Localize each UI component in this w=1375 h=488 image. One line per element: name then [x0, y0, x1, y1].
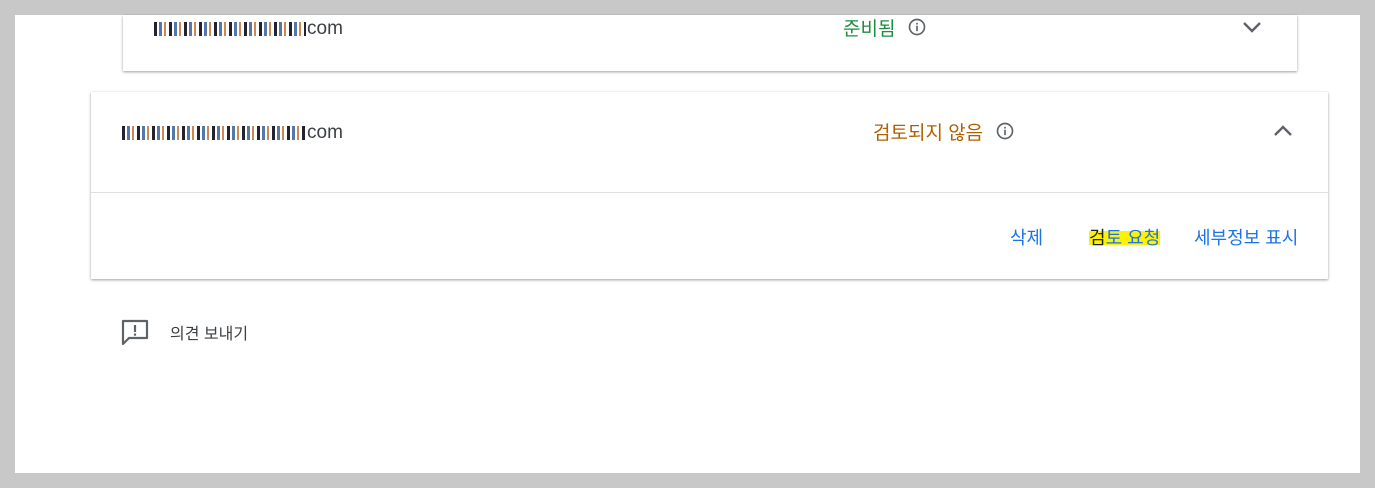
- domain-name: com: [154, 17, 343, 41]
- domain-card-ready[interactable]: com 준비됨: [123, 15, 1297, 71]
- domain-suffix: com: [307, 122, 343, 143]
- divider: [91, 192, 1328, 193]
- feedback-label: 의견 보내기: [170, 326, 249, 343]
- domain-card-not-reviewed[interactable]: com 검토되지 않음 삭제 검토 요청 세부정보 표시: [91, 92, 1328, 279]
- status-ready: 준비됨: [843, 15, 927, 40]
- info-icon[interactable]: [995, 121, 1015, 141]
- redacted-domain: [154, 22, 306, 36]
- request-review-button[interactable]: 검토 요청: [1089, 224, 1161, 250]
- send-feedback-button[interactable]: 의견 보내기: [120, 318, 248, 346]
- show-details-button[interactable]: 세부정보 표시: [1194, 224, 1298, 250]
- feedback-icon: [121, 319, 149, 346]
- request-review-rest: 토 요청: [1105, 228, 1161, 248]
- status-label: 검토되지 않음: [873, 122, 984, 144]
- redacted-domain: [122, 126, 306, 140]
- info-icon[interactable]: [907, 17, 927, 37]
- status-not-reviewed: 검토되지 않음: [873, 119, 1015, 144]
- chevron-up-icon[interactable]: [1271, 119, 1295, 143]
- domain-suffix: com: [307, 18, 343, 39]
- page: com 준비됨 com 검토되지 않음 삭제 검토 요청 세부정보 표시 의견 …: [15, 15, 1360, 473]
- request-review-first: 검: [1089, 228, 1106, 248]
- delete-button[interactable]: 삭제: [1010, 224, 1043, 250]
- status-label: 준비됨: [843, 18, 896, 40]
- domain-name: com: [122, 121, 343, 145]
- chevron-down-icon[interactable]: [1240, 15, 1264, 39]
